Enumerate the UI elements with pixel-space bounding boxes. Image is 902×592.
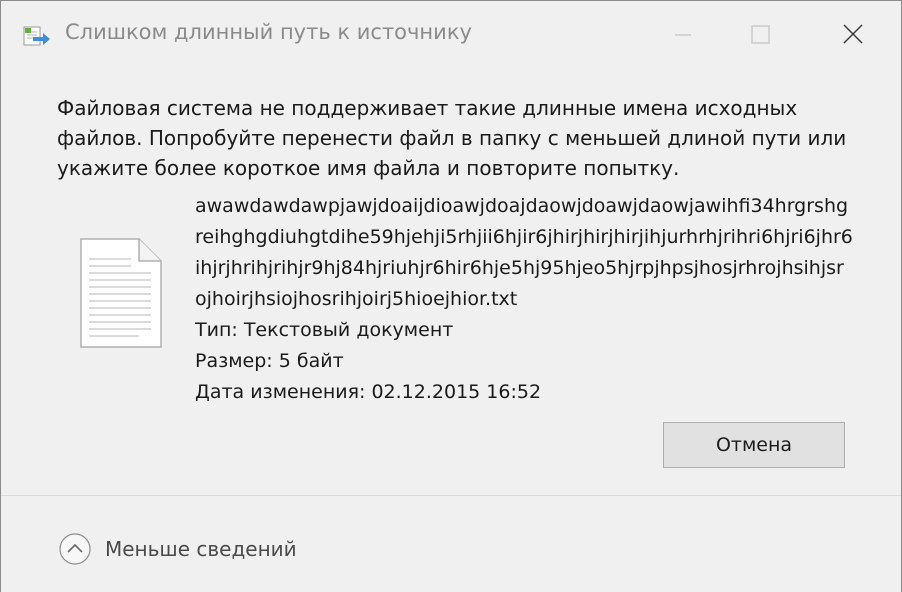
file-size: Размер: 5 байт [195, 350, 344, 372]
file-name: awawdawdawpjawjdoaijdioawjdoajdaowjdoawj… [195, 195, 853, 310]
chevron-up-circle-icon[interactable] [59, 533, 91, 565]
text-document-icon [80, 238, 162, 348]
window-title: Слишком длинный путь к источнику [65, 20, 472, 44]
dialog-window: Слишком длинный путь к источнику Файлова… [0, 0, 902, 592]
less-details-label[interactable]: Меньше сведений [105, 537, 297, 561]
file-move-icon [23, 26, 50, 46]
minimize-button[interactable] [661, 15, 705, 55]
title-bar[interactable]: Слишком длинный путь к источнику [1, 1, 901, 67]
dialog-footer: Меньше сведений [1, 495, 901, 592]
maximize-button[interactable] [738, 15, 782, 55]
file-modified: Дата изменения: 02.12.2015 16:52 [195, 381, 542, 403]
dialog-content: Файловая система не поддерживает такие д… [1, 67, 901, 495]
error-message: Файловая система не поддерживает такие д… [57, 96, 847, 180]
cancel-button[interactable]: Отмена [663, 422, 845, 468]
less-details-toggle[interactable]: Меньше сведений [59, 532, 297, 566]
file-type: Тип: Текстовый документ [195, 319, 454, 341]
file-details: awawdawdawpjawjdoaijdioawjdoajdaowjdoawj… [195, 191, 885, 408]
close-button[interactable] [831, 15, 875, 55]
